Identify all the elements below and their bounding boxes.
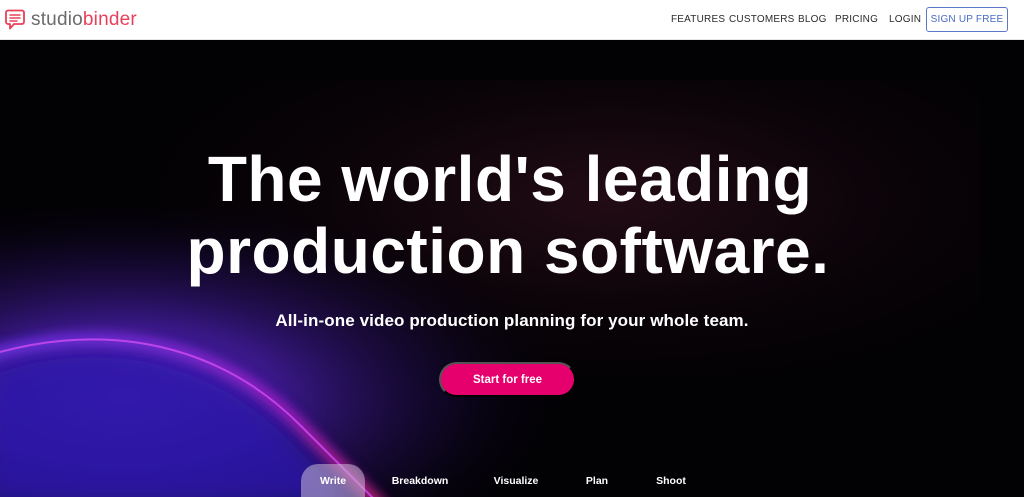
hero-subheadline: All-in-one video production planning for…: [275, 311, 749, 330]
tab-shoot[interactable]: Shoot: [639, 464, 703, 497]
tab-write[interactable]: Write: [301, 464, 365, 497]
nav-link-pricing[interactable]: PRICING: [835, 14, 878, 25]
hero-headline-line1: The world's leading: [207, 143, 813, 215]
nav-link-customers[interactable]: CUSTOMERS: [729, 14, 795, 25]
sign-up-free-button[interactable]: SIGN UP FREE: [926, 7, 1008, 32]
tab-breakdown[interactable]: Breakdown: [388, 464, 452, 497]
nav-link-blog[interactable]: BLOG: [798, 14, 827, 25]
top-navbar: studiobinder FEATURES CUSTOMERS BLOG PRI…: [0, 0, 1024, 40]
login-link[interactable]: LOGIN: [889, 14, 921, 25]
tab-plan[interactable]: Plan: [565, 464, 629, 497]
hero-headline-line2: production software.: [186, 215, 830, 287]
nav-link-features[interactable]: FEATURES: [671, 14, 725, 25]
hero-section: The world's leading production software.…: [0, 40, 1024, 497]
workflow-tabs: Write Breakdown Visualize Plan Shoot: [0, 460, 1024, 497]
tab-visualize[interactable]: Visualize: [484, 464, 548, 497]
main-nav: FEATURES CUSTOMERS BLOG PRICING LOGIN: [0, 0, 1024, 40]
start-for-free-button[interactable]: Start for free: [439, 362, 576, 397]
